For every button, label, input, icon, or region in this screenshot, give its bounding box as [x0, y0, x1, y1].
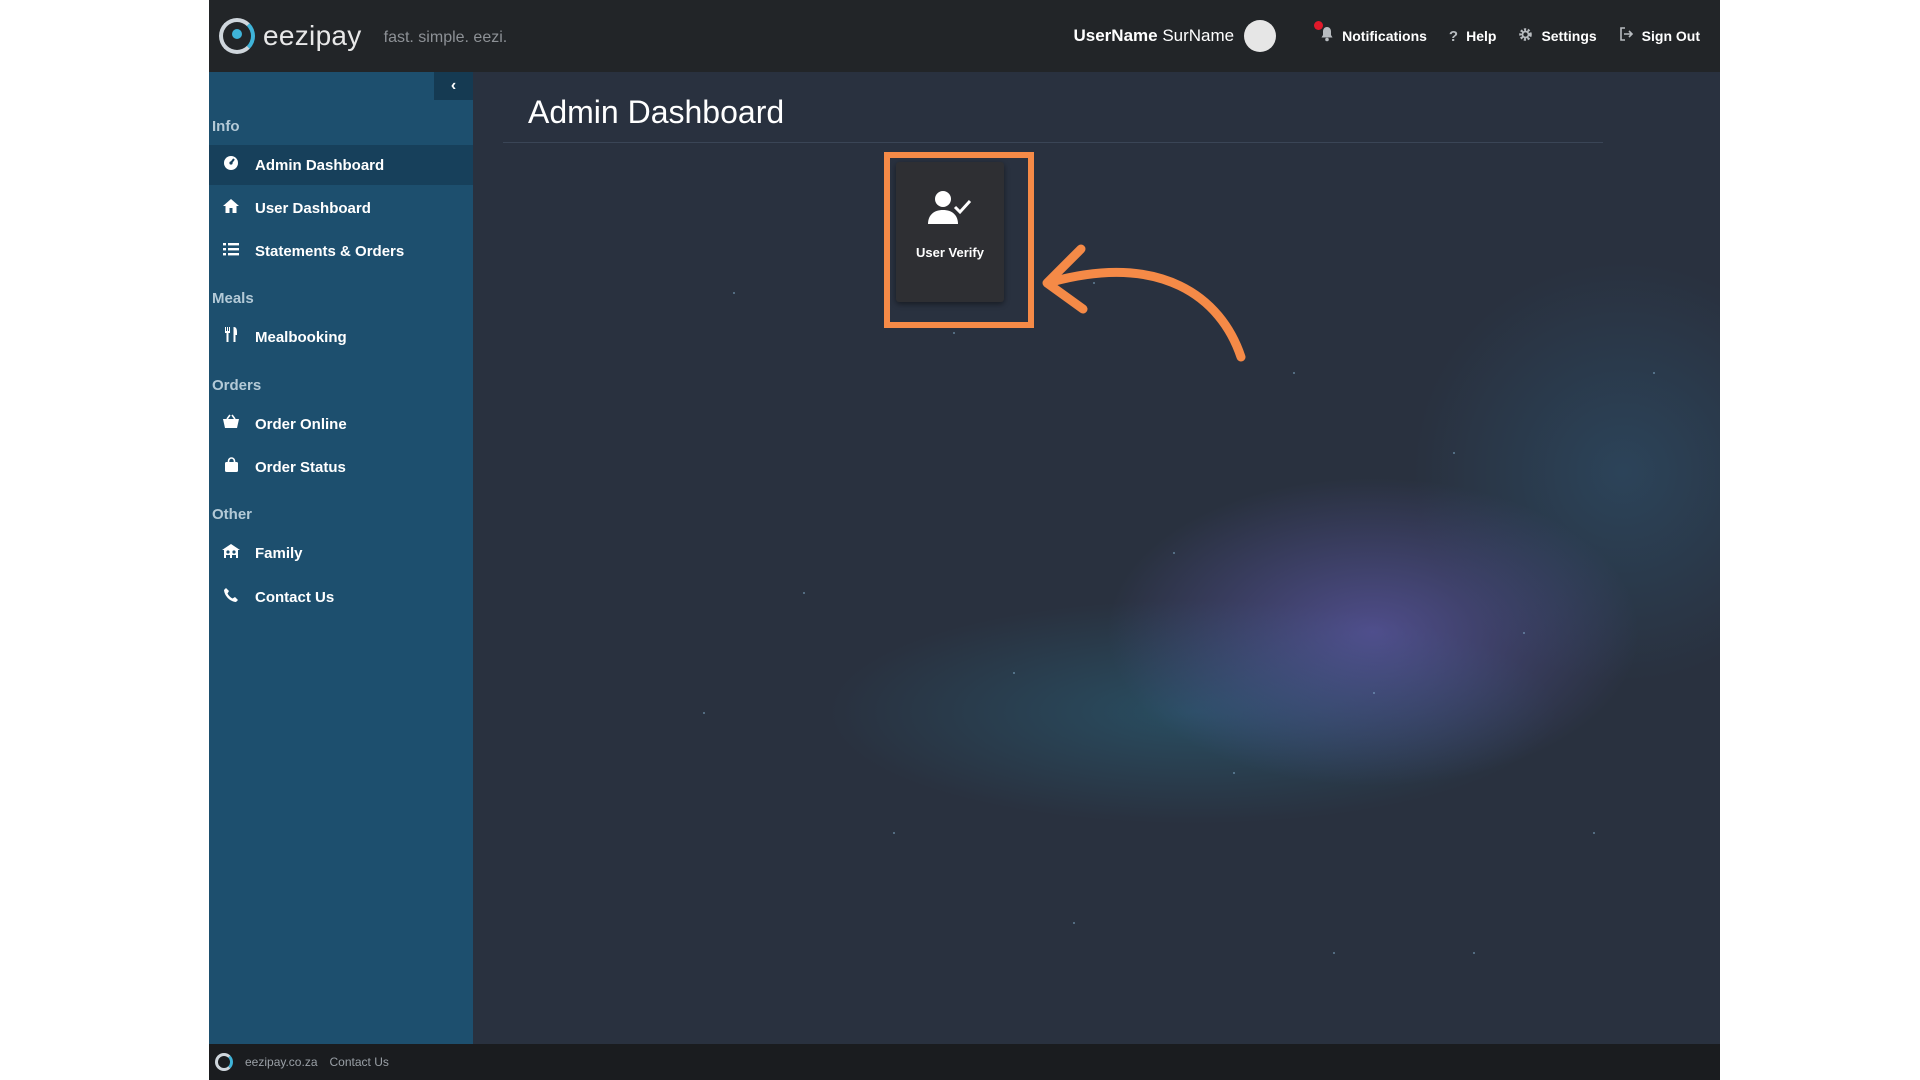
home-icon — [219, 198, 243, 219]
bell-icon — [1314, 21, 1334, 46]
section-label-meals: Meals — [212, 290, 254, 307]
settings-link[interactable]: Settings — [1518, 27, 1597, 46]
settings-label: Settings — [1541, 28, 1597, 44]
sidebar-item-statements-orders[interactable]: Statements & Orders — [209, 231, 473, 271]
question-icon: ? — [1448, 27, 1459, 45]
sidebar-item-label: User Dashboard — [255, 199, 371, 217]
dashboard-icon — [219, 155, 243, 176]
user-first-name: UserName — [1073, 26, 1158, 45]
sidebar-item-user-dashboard[interactable]: User Dashboard — [209, 188, 473, 228]
sign-out-icon — [1619, 27, 1634, 45]
user-name[interactable]: UserName SurName — [1073, 26, 1234, 46]
brand-name: eezipay — [263, 20, 362, 51]
tagline: fast. simple. eezi. — [383, 29, 508, 46]
user-last-name: SurName — [1162, 26, 1235, 45]
app-window: eezipay fast. simple. eezi. UserName Sur… — [209, 0, 1720, 1080]
family-icon — [219, 543, 243, 564]
sign-out-label: Sign Out — [1641, 28, 1700, 44]
section-label-orders: Orders — [212, 377, 262, 394]
footer-contact-link[interactable]: Contact Us — [330, 1055, 389, 1069]
bag-icon — [219, 456, 243, 478]
sidebar-item-contact-us[interactable]: Contact Us — [209, 577, 473, 617]
footer: eezipay.co.za Contact Us — [209, 1044, 1720, 1080]
sidebar-item-order-online[interactable]: Order Online — [209, 404, 473, 444]
sidebar-item-mealbooking[interactable]: Mealbooking — [209, 317, 473, 357]
sidebar-item-order-status[interactable]: Order Status — [209, 447, 473, 487]
top-bar: eezipay fast. simple. eezi. UserName Sur… — [209, 0, 1720, 72]
notifications-label: Notifications — [1342, 28, 1427, 44]
logo[interactable]: eezipay — [219, 18, 362, 54]
avatar[interactable] — [1244, 20, 1277, 52]
sidebar-item-label: Family — [255, 544, 303, 562]
title-divider — [503, 142, 1603, 143]
sidebar-item-family[interactable]: Family — [209, 533, 473, 573]
sidebar-item-label: Order Online — [255, 415, 347, 433]
help-link[interactable]: ? Help — [1449, 28, 1497, 45]
notifications-link[interactable]: Notifications — [1314, 21, 1427, 46]
collapse-sidebar-button[interactable]: ‹ — [434, 72, 473, 100]
sidebar-item-label: Mealbooking — [255, 328, 347, 346]
footer-logo-icon — [215, 1053, 233, 1071]
sidebar-item-label: Statements & Orders — [255, 242, 405, 260]
sidebar-item-label: Contact Us — [255, 588, 335, 606]
top-right-nav: UserName SurName Notifications ? Help Se… — [1073, 0, 1700, 72]
basket-icon — [219, 414, 243, 434]
sidebar-item-label: Order Status — [255, 458, 346, 476]
sidebar-item-admin-dashboard[interactable]: Admin Dashboard — [209, 145, 473, 185]
sign-out-link[interactable]: Sign Out — [1619, 27, 1700, 45]
help-label: Help — [1466, 28, 1497, 44]
callout-arrow-icon — [1042, 244, 1246, 362]
section-label-other: Other — [212, 506, 253, 523]
section-label-info: Info — [212, 118, 240, 135]
sidebar-item-label: Admin Dashboard — [255, 156, 385, 174]
eezipay-logo-icon — [219, 18, 255, 54]
list-icon — [219, 241, 243, 261]
sidebar: ‹ Info Admin Dashboard User Dashboard St… — [209, 72, 473, 1044]
gear-icon — [1518, 27, 1533, 46]
main-content: Admin Dashboard User Verify — [473, 72, 1720, 1044]
cutlery-icon — [219, 326, 243, 348]
footer-site-link[interactable]: eezipay.co.za — [245, 1055, 318, 1069]
phone-icon — [219, 587, 243, 608]
chevron-left-icon: ‹ — [450, 77, 457, 94]
highlight-box — [884, 152, 1034, 328]
page-title: Admin Dashboard — [528, 94, 785, 130]
